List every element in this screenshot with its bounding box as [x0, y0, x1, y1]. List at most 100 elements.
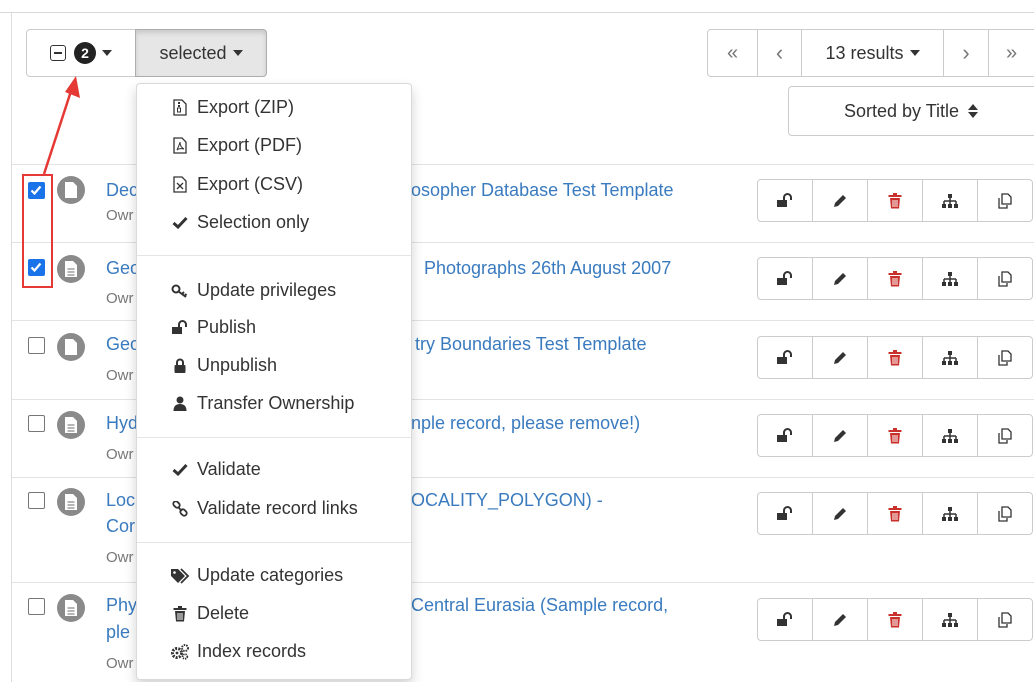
publish-button[interactable] [757, 598, 813, 641]
copy-icon [997, 192, 1013, 209]
menu-item-delete[interactable]: Delete [169, 603, 249, 624]
menu-item-export-csv[interactable]: Export (CSV) [169, 174, 303, 195]
hierarchy-button[interactable] [922, 492, 978, 535]
record-title[interactable]: Loc [106, 490, 135, 511]
sort-dropdown[interactable]: Sorted by Title [788, 86, 1034, 136]
edit-button[interactable] [812, 336, 868, 379]
check-icon [169, 216, 191, 229]
menu-item-validate[interactable]: Validate [169, 459, 261, 480]
record-title-line2[interactable]: Cor [106, 516, 135, 537]
publish-button[interactable] [757, 336, 813, 379]
record-checkbox[interactable] [28, 415, 45, 432]
gears-icon [169, 643, 191, 660]
record-title-continued[interactable]: nple record, please remove!) [411, 413, 640, 434]
results-label: 13 results [825, 42, 904, 63]
menu-item-update-privileges[interactable]: Update privileges [169, 280, 336, 301]
record-checkbox[interactable] [28, 598, 45, 615]
link-icon [169, 500, 191, 517]
hierarchy-button[interactable] [922, 179, 978, 222]
menu-item-transfer-ownership[interactable]: Transfer Ownership [169, 393, 354, 414]
selected-actions-dropdown[interactable]: selected [135, 29, 267, 77]
edit-button[interactable] [812, 179, 868, 222]
user-icon [169, 396, 191, 411]
edit-button[interactable] [812, 598, 868, 641]
menu-item-unpublish[interactable]: Unpublish [169, 355, 277, 376]
sort-label: Sorted by Title [843, 100, 960, 121]
menu-item-export-pdf[interactable]: Export (PDF) [169, 135, 302, 156]
menu-item-label: Export (CSV) [197, 174, 304, 194]
menu-divider [137, 437, 411, 438]
menu-item-validate-record-links[interactable]: Validate record links [169, 498, 358, 519]
delete-button[interactable] [867, 336, 923, 379]
menu-item-label: Selection only [197, 212, 310, 232]
hierarchy-button[interactable] [922, 336, 978, 379]
menu-item-label: Delete [197, 603, 250, 623]
publish-button[interactable] [757, 492, 813, 535]
document-icon [57, 333, 85, 361]
trash-icon [888, 349, 902, 366]
duplicate-button[interactable] [977, 492, 1033, 535]
edit-button[interactable] [812, 257, 868, 300]
document-text-icon [57, 411, 85, 439]
record-title[interactable]: Geo [106, 258, 140, 279]
record-checkbox[interactable] [28, 492, 45, 509]
delete-button[interactable] [867, 598, 923, 641]
record-actions [757, 492, 1033, 535]
record-checkbox[interactable] [28, 337, 45, 354]
annotation-arrow-icon [42, 76, 80, 175]
publish-button[interactable] [757, 414, 813, 457]
duplicate-button[interactable] [977, 257, 1033, 300]
trash-icon [888, 427, 902, 444]
next-page-label: › [962, 40, 970, 65]
record-title-continued[interactable]: osopher Database Test Template [411, 180, 674, 201]
delete-button[interactable] [867, 414, 923, 457]
duplicate-button[interactable] [977, 179, 1033, 222]
delete-button[interactable] [867, 179, 923, 222]
menu-item-update-categories[interactable]: Update categories [169, 565, 343, 586]
menu-item-label: Update privileges [197, 280, 337, 300]
record-title[interactable]: Dec [106, 180, 138, 201]
record-title-continued[interactable]: Central Eurasia (Sample record, [411, 595, 668, 616]
check-icon [169, 463, 191, 476]
duplicate-button[interactable] [977, 598, 1033, 641]
menu-item-selection-only[interactable]: Selection only [169, 212, 309, 233]
copy-icon [997, 505, 1013, 522]
record-title[interactable]: Phy [106, 595, 137, 616]
delete-button[interactable] [867, 257, 923, 300]
record-title-line2[interactable]: ple [106, 622, 130, 643]
next-page-button[interactable]: › [943, 29, 989, 77]
menu-item-publish[interactable]: Publish [169, 317, 256, 338]
duplicate-button[interactable] [977, 414, 1033, 457]
sitemap-icon [941, 612, 959, 628]
trash-icon [888, 611, 902, 628]
menu-item-index-records[interactable]: Index records [169, 641, 306, 662]
first-page-button[interactable]: « [707, 29, 758, 77]
record-title[interactable]: Hyd [106, 413, 138, 434]
duplicate-button[interactable] [977, 336, 1033, 379]
hierarchy-button[interactable] [922, 598, 978, 641]
publish-button[interactable] [757, 257, 813, 300]
first-page-label: « [726, 41, 739, 64]
document-text-icon [57, 594, 85, 622]
document-text-icon [57, 488, 85, 516]
last-page-button[interactable]: » [988, 29, 1034, 77]
prev-page-button[interactable]: ‹ [757, 29, 802, 77]
menu-item-label: Export (PDF) [197, 135, 303, 155]
tags-icon [169, 567, 191, 584]
hierarchy-button[interactable] [922, 257, 978, 300]
menu-item-label: Export (ZIP) [197, 97, 295, 117]
edit-button[interactable] [812, 492, 868, 535]
record-title-continued[interactable]: Photographs 26th August 2007 [424, 258, 671, 279]
sitemap-icon [941, 193, 959, 209]
hierarchy-button[interactable] [922, 414, 978, 457]
record-title-continued[interactable]: try Boundaries Test Template [415, 334, 646, 355]
results-dropdown[interactable]: 13 results [801, 29, 944, 77]
delete-button[interactable] [867, 492, 923, 535]
record-title-continued[interactable]: OCALITY_POLYGON) - [411, 490, 603, 511]
menu-item-label: Index records [197, 641, 307, 661]
menu-item-export-zip[interactable]: Export (ZIP) [169, 97, 294, 118]
edit-button[interactable] [812, 414, 868, 457]
record-title[interactable]: Geo [106, 334, 140, 355]
publish-button[interactable] [757, 179, 813, 222]
record-owner: Owr [106, 549, 134, 566]
